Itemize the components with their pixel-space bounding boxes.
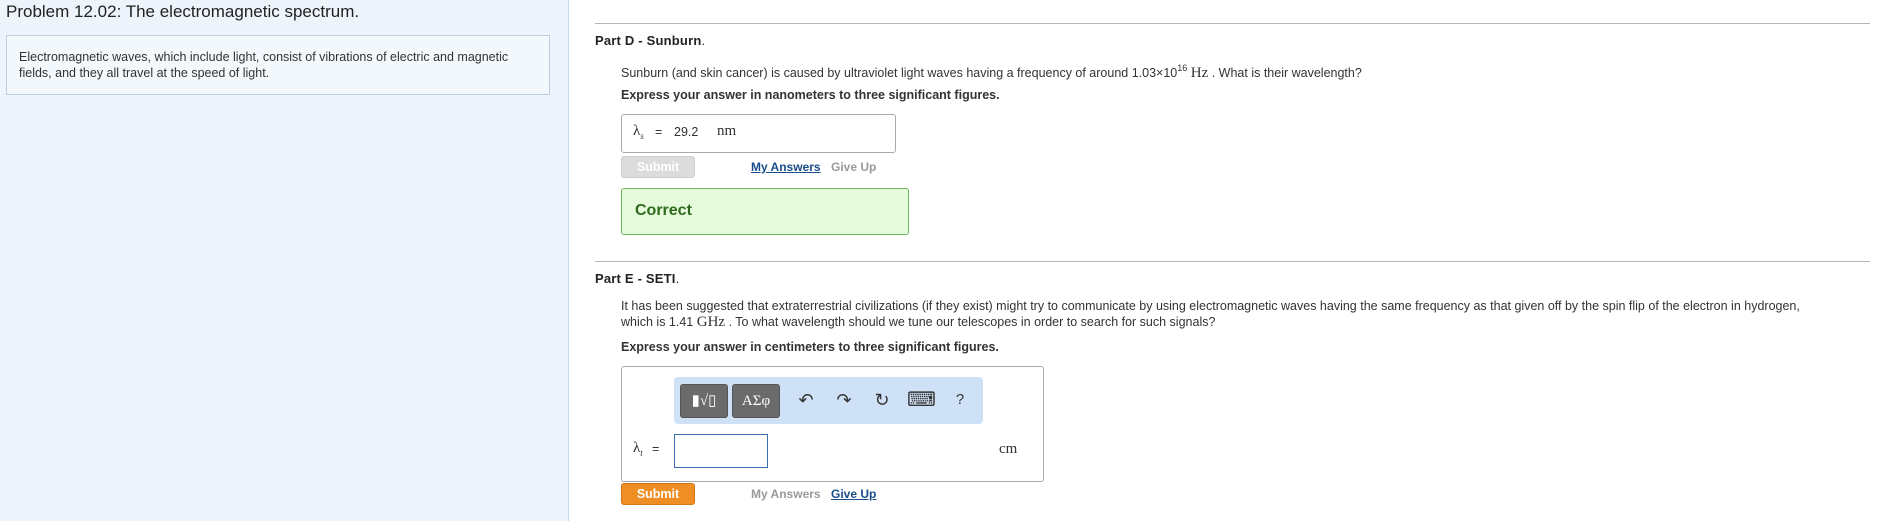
part-d-give-up-link: Give Up [831,160,877,174]
part-e-question-line2: which is 1.41 GHz . To what wavelength s… [621,314,1871,330]
undo-icon[interactable]: ↶ [792,386,820,414]
part-d-question-post: . What is their wavelength? [1211,66,1362,81]
part-e-title-dot: . [675,271,680,286]
part-d-title: Part D - Sunburn. [595,33,705,48]
help-icon[interactable]: ? [946,386,974,414]
part-e-title: Part E - SETI. [595,271,679,286]
part-e-give-up-link[interactable]: Give Up [831,487,876,501]
part-d-answer-symbol: λs [633,123,644,141]
part-e-question-line1: It has been suggested that extraterrestr… [621,299,1800,313]
keyboard-icon[interactable]: ⌨ [907,386,936,414]
part-d-result-box: Correct [621,188,909,235]
part-d-instruction: Express your answer in nanometers to thr… [621,88,1000,102]
part-d-answer-unit: nm [717,123,737,139]
part-d-title-dot: . [701,33,706,48]
part-d-answer-equals: = [655,125,663,139]
part-e-question-line2-pre: which is 1.41 [621,315,694,329]
part-e-instruction: Express your answer in centimeters to th… [621,340,999,354]
part-e-question: It has been suggested that extraterrestr… [621,298,1871,330]
part-e-divider [595,261,1870,262]
part-d-question: Sunburn (and skin cancer) is caused by u… [621,61,1362,81]
templates-button[interactable]: ▮√▯ [680,384,728,418]
part-e-question-unit: GHz [696,314,726,330]
part-d-answer-value: 29.2 [674,125,699,139]
part-d-my-answers-link[interactable]: My Answers [751,160,821,174]
part-d-submit-button[interactable]: Submit [621,156,695,178]
part-e-answer-symbol: λt [633,440,643,458]
part-d-result-text: Correct [635,202,692,219]
reset-icon[interactable]: ↻ [868,386,896,414]
problem-intro-text: Electromagnetic waves, which include lig… [19,50,509,80]
part-e-submit-button[interactable]: Submit [621,483,695,505]
lambda-subscript: s [640,131,644,141]
problem-title: Problem 12.02: The electromagnetic spect… [6,2,360,21]
problem-sidebar: Problem 12.02: The electromagnetic spect… [0,0,569,521]
part-e-question-line2-post: . To what wavelength should we tune our … [728,315,1216,329]
part-e-title-text: Part E - SETI [595,271,676,286]
part-e-answer-box: ▮√▯ ΑΣφ ↶ ↷ ↻ ⌨ ? λt = cm [621,366,1044,482]
redo-icon[interactable]: ↷ [830,386,858,414]
part-d-question-pre: Sunburn (and skin cancer) is caused by u… [621,66,1178,81]
symbols-button[interactable]: ΑΣφ [732,384,780,418]
part-e-answer-equals: = [652,442,660,456]
part-d-question-exponent: 16 [1177,63,1188,73]
part-d-answer-box: λs = 29.2 nm [621,114,896,153]
math-toolbar: ▮√▯ ΑΣφ ↶ ↷ ↻ ⌨ ? [674,377,983,424]
part-d-title-text: Part D - Sunburn [595,33,702,48]
part-d-question-unit: Hz [1190,65,1209,82]
problem-intro-box: Electromagnetic waves, which include lig… [6,35,550,95]
part-e-my-answers-link: My Answers [751,487,821,501]
lambda-subscript: t [640,448,643,458]
part-e-answer-input[interactable] [674,434,768,468]
part-d-divider [595,23,1870,24]
part-e-answer-unit: cm [999,441,1018,457]
